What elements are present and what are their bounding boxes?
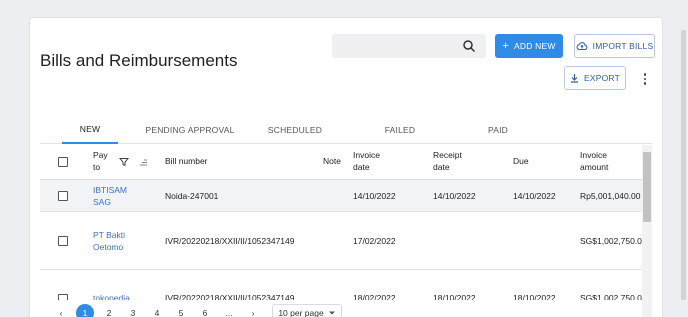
search-input[interactable] [332, 34, 486, 58]
row-checkbox[interactable] [58, 191, 68, 201]
tab-scheduled[interactable]: SCHEDULED [250, 116, 340, 144]
header-invoice-date[interactable]: Invoice date [353, 149, 389, 173]
cloud-upload-icon [576, 42, 587, 50]
bills-card: Bills and Reimbursements + ADD NEW IMPOR… [30, 18, 662, 317]
import-bills-label: IMPORT BILLS [592, 41, 654, 51]
header-invoice-amount[interactable]: Invoice amount [580, 149, 620, 173]
page-button[interactable]: 1 [76, 304, 94, 317]
tab-pending-approval[interactable]: PENDING APPROVAL [135, 116, 245, 144]
page-ellipsis: ... [225, 308, 233, 317]
import-bills-button[interactable]: IMPORT BILLS [574, 34, 655, 58]
table-header: Pay to Bill number Note Invoice date Rec… [40, 145, 652, 180]
page-button[interactable]: 2 [100, 304, 118, 317]
tab-paid[interactable]: PAID [458, 116, 538, 144]
next-page-button[interactable]: › [244, 304, 262, 317]
page-button[interactable]: 5 [172, 304, 190, 317]
invoice-date: 17/02/2022 [353, 236, 396, 246]
export-label: EXPORT [584, 73, 620, 83]
row-checkbox[interactable] [58, 236, 68, 246]
plus-icon: + [502, 39, 510, 52]
sort-icon[interactable] [138, 157, 148, 167]
header-bill-number[interactable]: Bill number [165, 155, 208, 167]
header-due[interactable]: Due [513, 155, 529, 167]
invoice-amount: SG$1,002,750.0 [580, 236, 642, 246]
due-date: 14/10/2022 [513, 191, 556, 201]
pay-to-link[interactable]: IBTISAM SAG [93, 184, 137, 208]
page-button[interactable]: 3 [124, 304, 142, 317]
page-title: Bills and Reimbursements [40, 51, 238, 70]
receipt-date: 14/10/2022 [433, 191, 476, 201]
chevron-down-icon [328, 311, 335, 315]
tab-failed[interactable]: FAILED [360, 116, 440, 144]
bill-number: IVR/20220218/XXII/II/1052347149 [165, 236, 295, 246]
header-note[interactable]: Note [323, 155, 341, 167]
header-pay-to[interactable]: Pay to [93, 149, 111, 173]
add-new-label: ADD NEW [514, 41, 556, 51]
page-button[interactable]: 4 [148, 304, 166, 317]
pay-to-link[interactable]: PT Bakti Oetomo [93, 229, 137, 253]
pagination: ‹ 1 2 3 4 5 6 ... › 10 per page [52, 304, 342, 317]
invoice-date: 14/10/2022 [353, 191, 396, 201]
select-all-checkbox[interactable] [58, 157, 68, 167]
download-icon [571, 74, 578, 83]
bill-number: Noida-247001 [165, 191, 219, 201]
export-button[interactable]: EXPORT [564, 66, 626, 90]
table-row[interactable]: PT Bakti Oetomo IVR/20220218/XXII/II/105… [40, 212, 652, 270]
more-options-icon[interactable] [638, 70, 652, 88]
page-scrollbar[interactable] [681, 30, 686, 300]
status-tabs: NEW PENDING APPROVAL SCHEDULED FAILED PA… [40, 116, 652, 144]
table-row[interactable]: IBTISAM SAG Noida-247001 14/10/2022 14/1… [40, 180, 652, 212]
prev-page-button[interactable]: ‹ [52, 304, 70, 317]
table-scrollbar-thumb[interactable] [643, 152, 651, 222]
add-new-button[interactable]: + ADD NEW [495, 34, 563, 58]
page-button[interactable]: 6 [196, 304, 214, 317]
invoice-amount: Rp5,001,040.00 [580, 191, 641, 201]
header-receipt-date[interactable]: Receipt date [433, 149, 469, 173]
per-page-select[interactable]: 10 per page [272, 304, 342, 317]
filter-icon[interactable] [119, 157, 129, 167]
per-page-label: 10 per page [278, 308, 324, 317]
tab-new[interactable]: NEW [62, 116, 118, 144]
search-icon[interactable] [462, 39, 476, 53]
